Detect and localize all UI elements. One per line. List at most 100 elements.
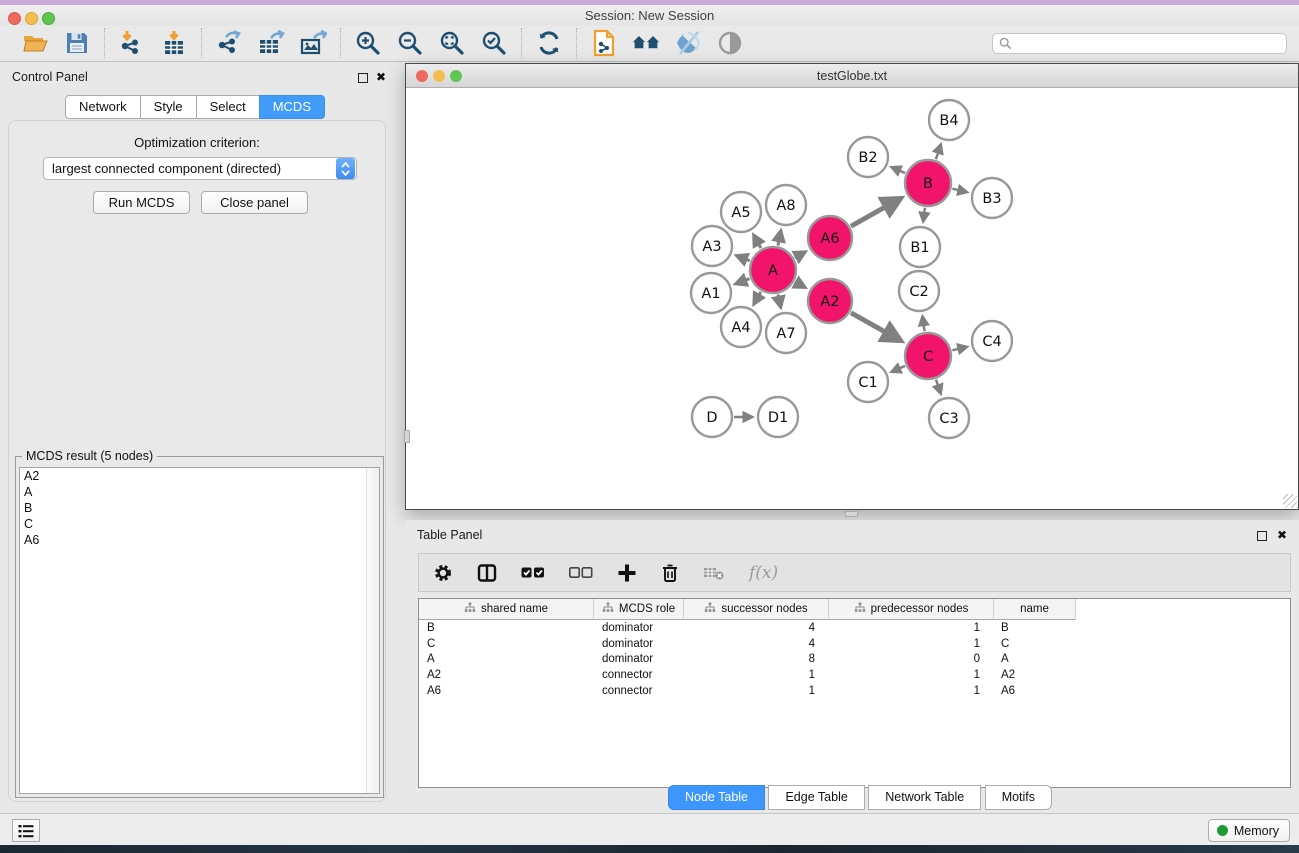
close-panel-icon[interactable]: ✖	[1277, 528, 1287, 542]
result-list-item[interactable]: A2	[20, 468, 379, 484]
graph-node-B[interactable]: B	[905, 160, 951, 206]
search-input[interactable]	[992, 33, 1287, 54]
graph-edge-A-A4[interactable]	[759, 292, 761, 295]
canvas-left-handle[interactable]	[404, 430, 410, 443]
export-image-icon[interactable]	[299, 29, 327, 57]
network-window-titlebar[interactable]: testGlobe.txt	[406, 64, 1298, 88]
graphics-details-icon[interactable]	[674, 29, 702, 57]
table-row[interactable]: Cdominator41C	[419, 636, 1290, 652]
import-network-icon[interactable]	[118, 29, 146, 57]
graph-edge-B-B2[interactable]	[899, 171, 905, 173]
graph-edge-A-A2[interactable]	[795, 282, 796, 283]
tab-edge-table[interactable]: Edge Table	[768, 785, 864, 810]
graph-node-A4[interactable]: A4	[721, 307, 761, 347]
tab-network-table[interactable]: Network Table	[868, 785, 981, 810]
graph-edge-C-C1[interactable]	[899, 366, 905, 368]
float-panel-icon[interactable]	[358, 73, 368, 83]
result-scrollbar[interactable]	[366, 468, 379, 793]
graph-node-C1[interactable]: C1	[848, 362, 888, 402]
memory-button[interactable]: Memory	[1208, 819, 1290, 842]
tab-network[interactable]: Network	[65, 95, 141, 119]
graph-edge-A-A7[interactable]	[778, 294, 779, 297]
column-header-shared-name[interactable]: shared name	[419, 599, 594, 620]
function-builder-icon[interactable]: f(x)	[749, 563, 778, 583]
zoom-fit-icon[interactable]	[438, 29, 466, 57]
graph-node-A[interactable]: A	[750, 247, 796, 293]
delete-table-icon[interactable]	[703, 565, 725, 581]
graph-edge-C-C4[interactable]	[952, 349, 958, 350]
graph-edge-C-C3[interactable]	[936, 380, 938, 386]
graph-edge-A2-C[interactable]	[851, 313, 886, 333]
graph-edge-A-A8[interactable]	[778, 241, 779, 246]
graph-node-A5[interactable]: A5	[721, 192, 761, 232]
column-header-name[interactable]: name	[994, 599, 1076, 620]
deselect-all-icon[interactable]	[569, 566, 593, 580]
graph-node-C[interactable]: C	[905, 333, 951, 379]
select-all-icon[interactable]	[521, 566, 545, 580]
export-network-icon[interactable]	[215, 29, 243, 57]
canvas-bottom-handle[interactable]	[845, 511, 858, 517]
zoom-in-icon[interactable]	[354, 29, 382, 57]
result-list-item[interactable]: B	[20, 500, 379, 516]
graph-edge-A-A1[interactable]	[745, 279, 749, 281]
export-table-icon[interactable]	[257, 29, 285, 57]
tab-mcds[interactable]: MCDS	[259, 95, 325, 119]
graph-node-A2[interactable]: A2	[808, 279, 852, 323]
graph-edge-A-A6[interactable]	[795, 257, 797, 258]
graph-node-B3[interactable]: B3	[972, 178, 1012, 218]
graph-node-B1[interactable]: B1	[900, 227, 940, 267]
minimize-traffic-light[interactable]	[25, 12, 38, 25]
table-row[interactable]: Adominator80A	[419, 652, 1290, 668]
graph-edge-C-C2[interactable]	[924, 325, 925, 331]
close-panel-button[interactable]: Close panel	[201, 191, 308, 214]
graph-edge-B-B3[interactable]	[952, 189, 958, 190]
column-header-predecessor-nodes[interactable]: predecessor nodes	[829, 599, 994, 620]
graph-edge-B-B4[interactable]	[936, 152, 938, 159]
tab-motifs[interactable]: Motifs	[985, 785, 1052, 810]
tab-node-table[interactable]: Node Table	[668, 785, 765, 810]
apply-layout-icon[interactable]	[535, 29, 563, 57]
new-network-from-file-icon[interactable]	[590, 29, 618, 57]
graph-node-A7[interactable]: A7	[766, 313, 806, 353]
window-resize-grip[interactable]	[1283, 494, 1297, 508]
save-session-icon[interactable]	[63, 29, 91, 57]
graph-node-C4[interactable]: C4	[972, 321, 1012, 361]
column-header-successor-nodes[interactable]: successor nodes	[684, 599, 829, 620]
graph-node-B4[interactable]: B4	[929, 100, 969, 140]
import-table-icon[interactable]	[160, 29, 188, 57]
table-settings-gear-icon[interactable]	[433, 563, 453, 583]
graph-edge-A-A5[interactable]	[759, 244, 761, 248]
close-traffic-light[interactable]	[416, 70, 428, 82]
table-row[interactable]: A2connector11A2	[419, 667, 1290, 683]
graph-node-A8[interactable]: A8	[766, 185, 806, 225]
column-header-MCDS-role[interactable]: MCDS role	[594, 599, 684, 620]
zoom-selected-icon[interactable]	[480, 29, 508, 57]
graph-edge-A6-B[interactable]	[851, 207, 886, 227]
graph-edge-B-B1[interactable]	[924, 208, 925, 213]
network-canvas[interactable]: B4B2BB3A5A8A6B1A3AC2A1A2A4A7C4CC1C3DD1	[406, 88, 1298, 509]
graph-edge-A-A3[interactable]	[746, 259, 750, 260]
open-session-icon[interactable]	[21, 29, 49, 57]
result-list-item[interactable]: C	[20, 516, 379, 532]
close-panel-icon[interactable]: ✖	[376, 70, 386, 84]
graph-node-C2[interactable]: C2	[899, 271, 939, 311]
graph-node-C3[interactable]: C3	[929, 398, 969, 438]
table-row[interactable]: Bdominator41B	[419, 620, 1290, 636]
graph-node-D1[interactable]: D1	[758, 397, 798, 437]
run-mcds-button[interactable]: Run MCDS	[93, 191, 190, 214]
graph-node-D[interactable]: D	[692, 397, 732, 437]
tab-style[interactable]: Style	[140, 95, 197, 119]
task-history-button[interactable]	[12, 819, 40, 842]
graph-node-A3[interactable]: A3	[692, 226, 732, 266]
graph-node-A6[interactable]: A6	[808, 216, 852, 260]
float-panel-icon[interactable]	[1257, 531, 1267, 541]
birds-eye-view-icon[interactable]	[716, 29, 744, 57]
result-list-item[interactable]: A6	[20, 532, 379, 548]
delete-column-trash-icon[interactable]	[661, 563, 679, 583]
tab-select[interactable]: Select	[196, 95, 260, 119]
graph-node-B2[interactable]: B2	[848, 137, 888, 177]
mcds-result-list[interactable]: A2ABCA6	[19, 467, 380, 794]
show-column-icon[interactable]	[477, 563, 497, 583]
create-column-plus-icon[interactable]	[617, 563, 637, 583]
zoom-traffic-light[interactable]	[450, 70, 462, 82]
